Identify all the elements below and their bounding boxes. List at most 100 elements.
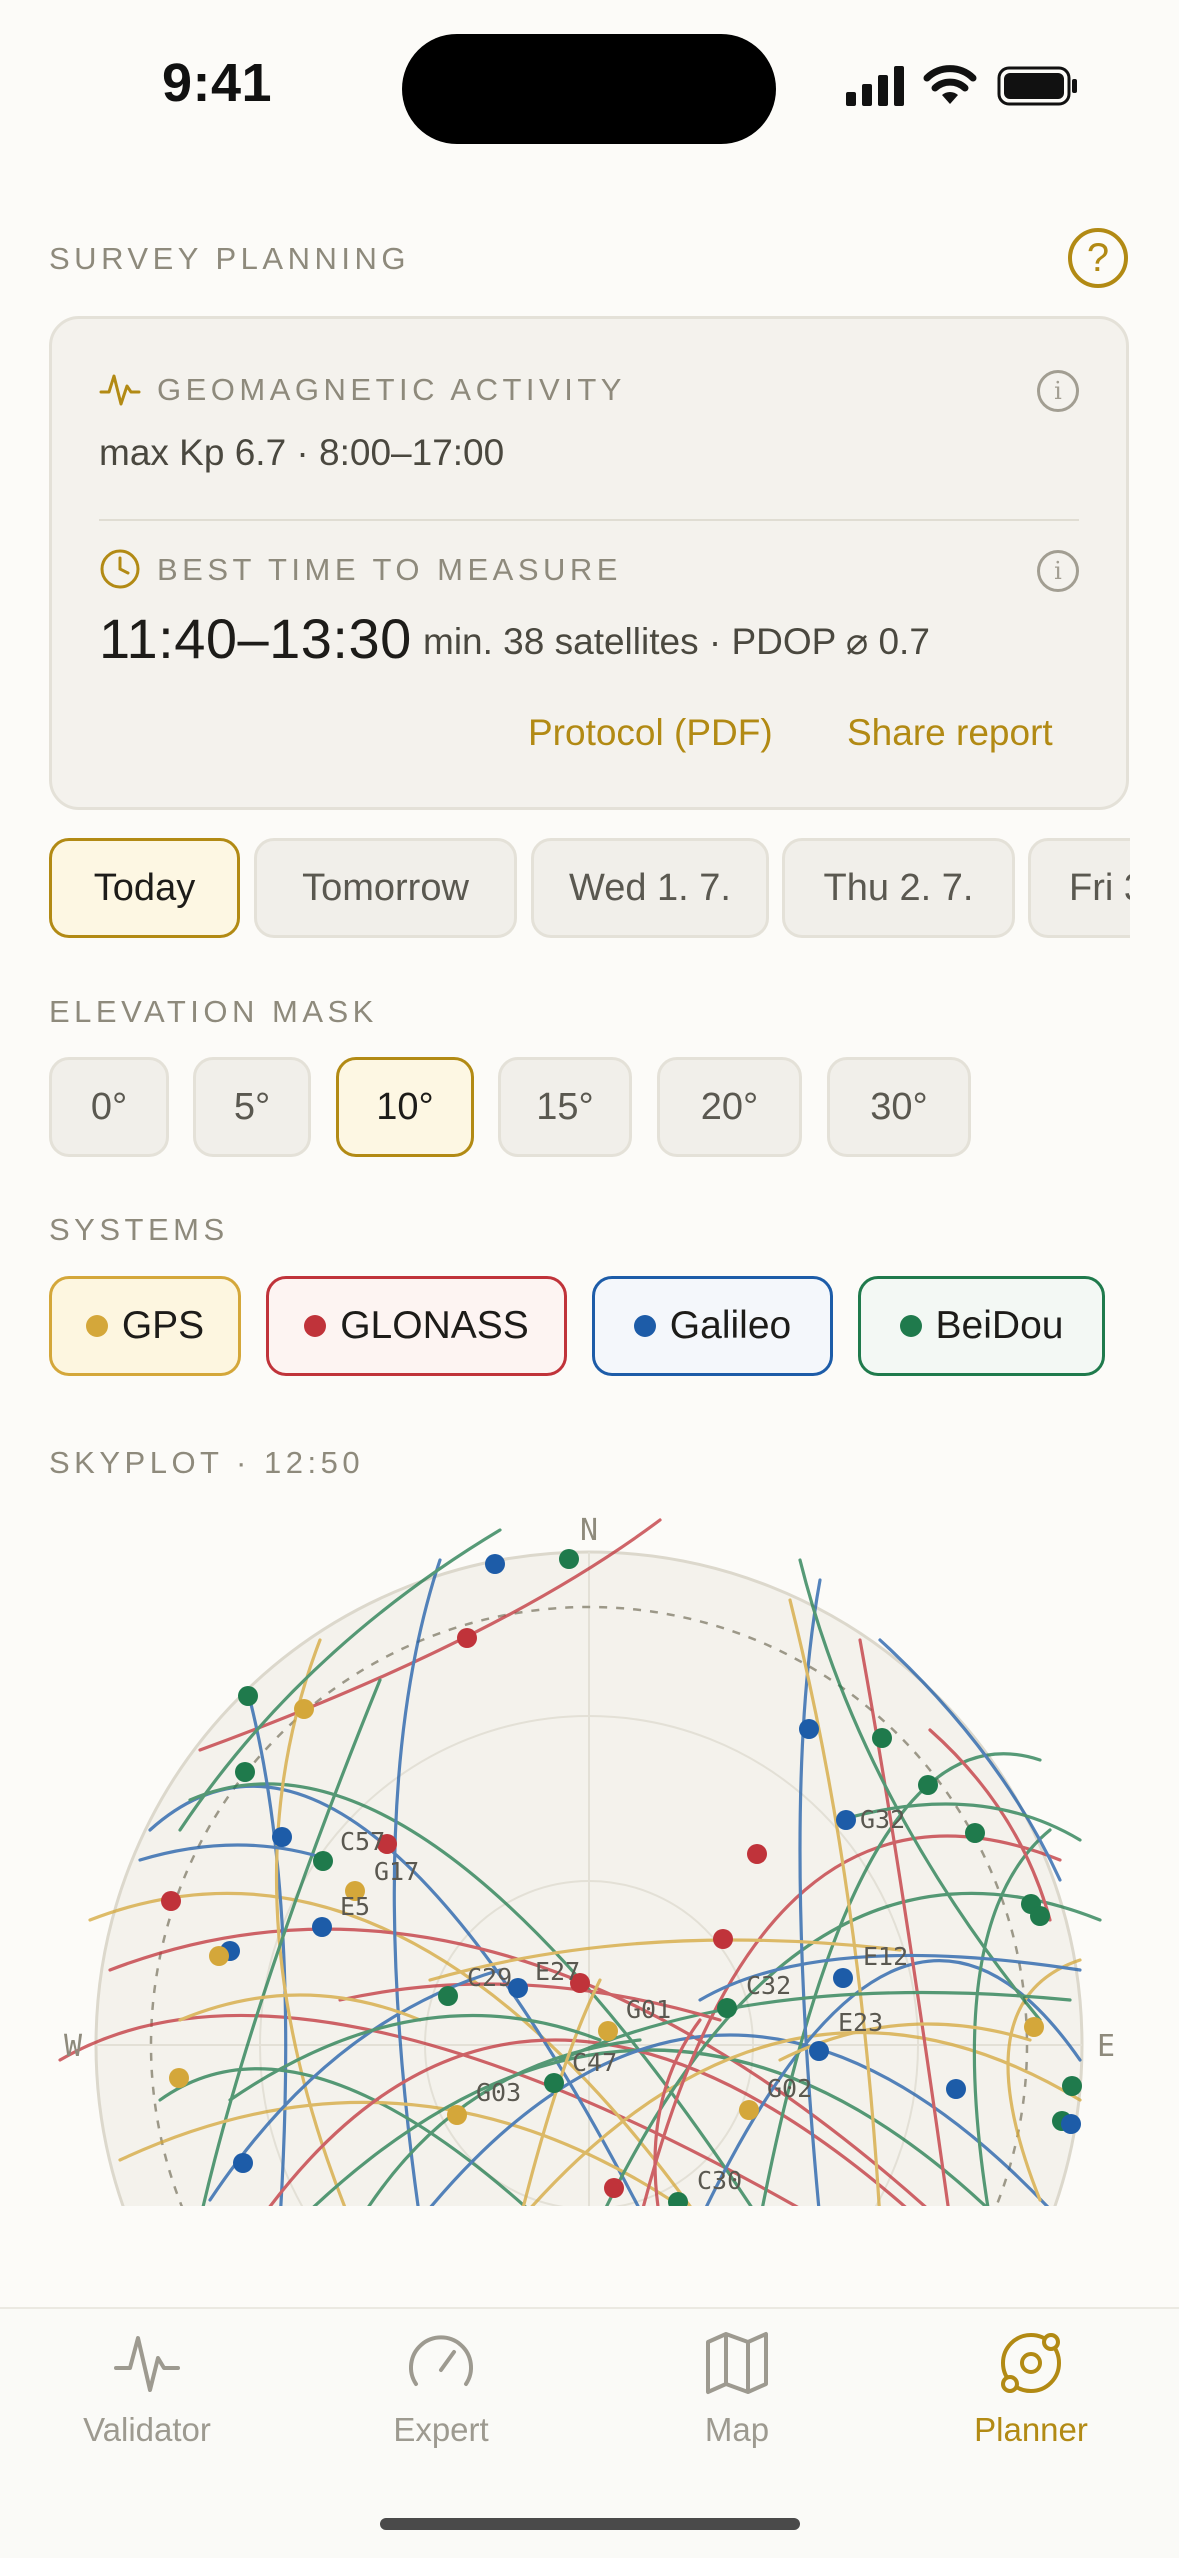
tab-label: Planner xyxy=(974,2411,1088,2448)
cellular-signal-icon xyxy=(846,66,904,106)
geomagnetic-detail: max Kp 6.7 · 8:00–17:00 xyxy=(99,432,505,473)
tab-expert[interactable]: Expert xyxy=(294,2328,588,2449)
satellite-marker[interactable] xyxy=(965,1823,985,1843)
sat-label-e12: E12 xyxy=(863,1942,908,1971)
tab-map[interactable]: Map xyxy=(590,2328,884,2449)
elevation-option-20[interactable]: 20° xyxy=(657,1057,802,1157)
best-time-range: 11:40–13:30 xyxy=(99,607,412,670)
elevation-option-10[interactable]: 10° xyxy=(336,1057,474,1157)
sat-label-g32: G32 xyxy=(860,1805,905,1834)
satellite-marker[interactable] xyxy=(457,1628,477,1648)
satellite-marker[interactable] xyxy=(544,2073,564,2093)
skyplot-direction-e: E xyxy=(1097,2029,1115,2064)
skyplot-direction-w: W xyxy=(64,2029,83,2064)
sat-label-g02: G02 xyxy=(767,2074,812,2103)
protocol-pdf-link[interactable]: Protocol (PDF) xyxy=(528,712,773,754)
satellite-marker[interactable] xyxy=(1062,2076,1082,2096)
geomagnetic-title: GEOMAGNETIC ACTIVITY xyxy=(157,372,626,407)
satellite-marker[interactable] xyxy=(809,2041,829,2061)
day-chip-wed[interactable]: Wed 1. 7. xyxy=(531,838,769,938)
satellite-marker[interactable] xyxy=(447,2105,467,2125)
satellite-marker[interactable] xyxy=(209,1946,229,1966)
satellite-marker[interactable] xyxy=(946,2079,966,2099)
satellite-marker[interactable] xyxy=(836,1810,856,1830)
day-chip-thu[interactable]: Thu 2. 7. xyxy=(782,838,1015,938)
elevation-option-5[interactable]: 5° xyxy=(193,1057,311,1157)
satellite-marker[interactable] xyxy=(713,1929,733,1949)
sat-label-g03: G03 xyxy=(476,2078,521,2107)
orbit-icon xyxy=(1001,2333,1061,2393)
satellite-marker[interactable] xyxy=(872,1728,892,1748)
satellite-marker[interactable] xyxy=(485,1554,505,1574)
pulse-icon xyxy=(99,374,141,406)
skyplot-chart[interactable]: N W E C57 G17 E5 E27 C29 G01 C32 E12 E23… xyxy=(0,1500,1179,2206)
wifi-icon xyxy=(923,65,977,104)
sat-label-e27: E27 xyxy=(535,1957,580,1986)
satellite-marker[interactable] xyxy=(1024,2017,1044,2037)
system-toggle-beidou[interactable]: BeiDou xyxy=(858,1276,1105,1376)
satellite-marker[interactable] xyxy=(739,2100,759,2120)
satellite-marker[interactable] xyxy=(559,1549,579,1569)
satellite-marker[interactable] xyxy=(294,1699,314,1719)
satellite-marker[interactable] xyxy=(438,1986,458,2006)
elevation-option-30[interactable]: 30° xyxy=(827,1057,971,1157)
share-report-link[interactable]: Share report xyxy=(847,712,1053,754)
sat-label-c30: C30 xyxy=(697,2166,742,2195)
satellite-marker[interactable] xyxy=(1030,1906,1050,1926)
sat-label-c29: C29 xyxy=(467,1963,512,1992)
day-chip-today[interactable]: Today xyxy=(49,838,240,938)
home-indicator xyxy=(380,2518,800,2530)
day-chip-tomorrow[interactable]: Tomorrow xyxy=(254,838,517,938)
battery-icon xyxy=(997,66,1077,106)
skyplot-title: SKYPLOT · 12:50 xyxy=(49,1445,365,1480)
satellite-marker[interactable] xyxy=(604,2178,624,2198)
systems-title: SYSTEMS xyxy=(49,1212,229,1247)
dynamic-island xyxy=(402,34,776,144)
satellite-marker[interactable] xyxy=(235,1762,255,1782)
system-toggle-glonass[interactable]: GLONASS xyxy=(266,1276,567,1376)
info-icon-geomagnetic[interactable]: i xyxy=(1037,370,1079,412)
page-title: SURVEY PLANNING xyxy=(49,241,410,276)
tab-label: Validator xyxy=(83,2411,211,2448)
satellite-marker[interactable] xyxy=(747,1844,767,1864)
satellite-marker[interactable] xyxy=(799,1719,819,1739)
pulse-icon xyxy=(114,2336,180,2392)
beidou-color-dot xyxy=(899,1315,922,1337)
question-circle-icon: ? xyxy=(1086,236,1110,280)
galileo-color-dot xyxy=(633,1315,656,1337)
satellite-marker[interactable] xyxy=(312,1917,332,1937)
info-icon-best-time[interactable]: i xyxy=(1037,550,1079,592)
satellite-marker[interactable] xyxy=(272,1827,292,1847)
sat-label-c47: C47 xyxy=(572,2048,617,2077)
satellite-marker[interactable] xyxy=(233,2153,253,2173)
satellite-marker[interactable] xyxy=(717,1998,737,2018)
satellite-marker[interactable] xyxy=(313,1851,333,1871)
system-toggle-galileo[interactable]: Galileo xyxy=(592,1276,833,1376)
tab-validator[interactable]: Validator xyxy=(0,2328,294,2449)
satellite-marker[interactable] xyxy=(598,2021,618,2041)
satellite-marker[interactable] xyxy=(1061,2114,1081,2134)
system-label: BeiDou xyxy=(935,1304,1064,1347)
best-time-title: BEST TIME TO MEASURE xyxy=(157,552,622,587)
satellite-marker[interactable] xyxy=(161,1891,181,1911)
elevation-option-0[interactable]: 0° xyxy=(49,1057,169,1157)
system-toggle-gps[interactable]: GPS xyxy=(49,1276,241,1376)
tab-planner[interactable]: Planner xyxy=(884,2328,1178,2449)
sat-label-e23: E23 xyxy=(838,2008,883,2037)
day-selector: Today Tomorrow Wed 1. 7. Thu 2. 7. Fri 3… xyxy=(49,838,1130,940)
sat-label-e5: E5 xyxy=(340,1892,370,1921)
card-divider xyxy=(99,519,1079,521)
satellite-marker[interactable] xyxy=(918,1775,938,1795)
skyplot-direction-n: N xyxy=(580,1513,598,1548)
help-button[interactable]: ? xyxy=(1068,228,1128,288)
gauge-icon xyxy=(409,2335,473,2386)
tab-label: Map xyxy=(704,2411,770,2448)
satellite-marker[interactable] xyxy=(833,1968,853,1988)
satellite-marker[interactable] xyxy=(169,2068,189,2088)
elevation-option-15[interactable]: 15° xyxy=(498,1057,632,1157)
system-label: GLONASS xyxy=(340,1304,529,1347)
sat-label-g17: G17 xyxy=(374,1857,419,1886)
satellite-marker[interactable] xyxy=(238,1686,258,1706)
day-chip-fri[interactable]: Fri 3. 7. xyxy=(1028,838,1130,938)
system-label: GPS xyxy=(121,1304,205,1347)
